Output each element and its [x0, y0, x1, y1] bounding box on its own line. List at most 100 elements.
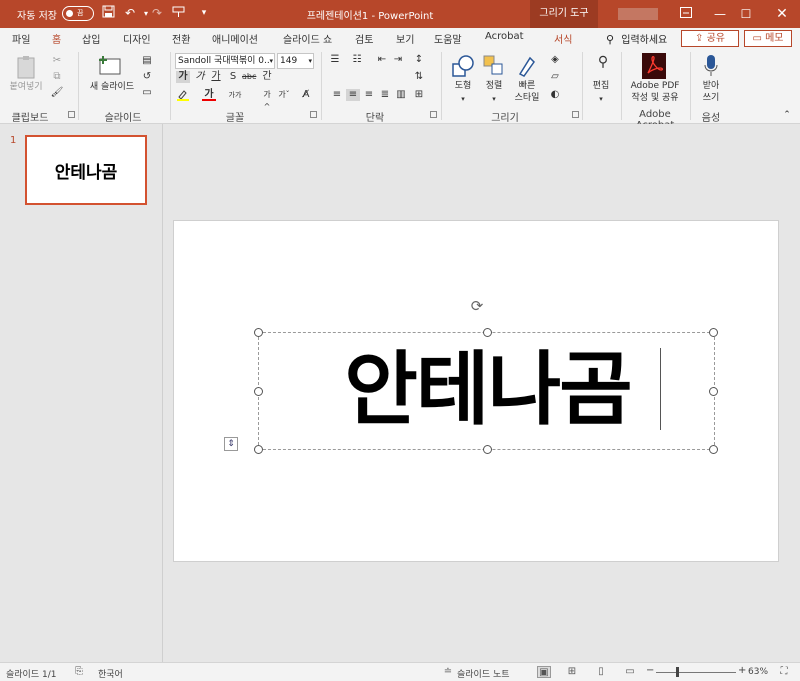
tab-animations[interactable]: 애니메이션: [212, 31, 258, 46]
columns-icon[interactable]: ▥: [394, 89, 408, 101]
slideshow-icon[interactable]: ▭: [623, 666, 637, 678]
autosave-toggle[interactable]: 끔: [62, 6, 94, 21]
tab-review[interactable]: 검토: [355, 31, 373, 46]
shrink-font-button[interactable]: 가ˇ: [277, 89, 291, 101]
grow-font-button[interactable]: 가^: [260, 89, 274, 111]
align-left-icon[interactable]: ≡: [330, 89, 344, 101]
collapse-ribbon-icon[interactable]: ⌃: [780, 109, 794, 121]
paste-icon[interactable]: [14, 55, 40, 79]
close-icon[interactable]: ✕: [767, 0, 797, 28]
accessibility-icon[interactable]: ⎘: [72, 666, 86, 678]
resize-handle[interactable]: [483, 328, 492, 337]
change-case-button[interactable]: 가가: [228, 89, 242, 101]
redo-icon[interactable]: ↷: [149, 5, 165, 22]
tab-acrobat[interactable]: Acrobat: [485, 31, 524, 42]
shape-outline-icon[interactable]: ▱: [548, 71, 562, 83]
reset-icon[interactable]: ↺: [140, 71, 154, 83]
resize-handle[interactable]: [709, 328, 718, 337]
tab-design[interactable]: 디자인: [123, 31, 151, 46]
resize-handle[interactable]: [254, 328, 263, 337]
slide-sorter-icon[interactable]: ⊞: [565, 666, 579, 678]
decrease-indent-icon[interactable]: ⇤: [375, 54, 389, 66]
font-color-button[interactable]: 가: [202, 89, 216, 101]
memo-button[interactable]: ▭ 메모: [744, 30, 792, 47]
user-account[interactable]: [618, 8, 658, 20]
tab-file[interactable]: 파일: [12, 31, 30, 46]
clipboard-launcher-icon[interactable]: [68, 111, 75, 118]
tab-format[interactable]: 서식: [554, 31, 572, 46]
italic-button[interactable]: 가: [193, 71, 207, 83]
char-spacing-button[interactable]: 간: [260, 71, 274, 83]
slide-canvas[interactable]: ⟳ 안테나곰 ⇕: [173, 220, 779, 562]
tab-home[interactable]: 홈: [49, 31, 64, 51]
undo-icon[interactable]: ↶: [122, 5, 138, 22]
resize-handle[interactable]: [254, 387, 263, 396]
shadow-button[interactable]: S: [226, 71, 240, 83]
smartart-icon[interactable]: ⊞: [412, 89, 426, 101]
resize-handle[interactable]: [483, 445, 492, 454]
clear-format-icon[interactable]: A̸: [299, 89, 313, 101]
font-name-combo[interactable]: Sandoll 국대떡볶이 0.. ▾: [175, 53, 275, 69]
autofit-options-icon[interactable]: ⇕: [224, 437, 238, 451]
resize-handle[interactable]: [709, 387, 718, 396]
justify-icon[interactable]: ≣: [378, 89, 392, 101]
copy-icon[interactable]: ⧉: [50, 71, 64, 83]
search-box[interactable]: ⚲ 입력하세요: [606, 31, 667, 46]
tab-transitions[interactable]: 전환: [172, 31, 190, 46]
normal-view-icon[interactable]: ▣: [537, 666, 551, 678]
save-icon[interactable]: [100, 5, 116, 22]
customize-icon[interactable]: [170, 5, 186, 22]
font-size-combo[interactable]: 149 ▾: [277, 53, 314, 69]
microphone-icon[interactable]: [703, 54, 719, 78]
bold-button[interactable]: 가: [176, 71, 190, 83]
notes-icon[interactable]: ≐: [441, 666, 455, 678]
new-slide-icon[interactable]: [98, 54, 124, 76]
rotate-handle-icon[interactable]: ⟳: [469, 298, 485, 314]
zoom-out-button[interactable]: −: [646, 665, 654, 676]
text-box[interactable]: 안테나곰: [254, 328, 718, 454]
find-icon[interactable]: ⚲: [594, 55, 612, 74]
strikethrough-button[interactable]: abc: [242, 71, 256, 83]
fit-to-window-icon[interactable]: ⛶: [777, 666, 791, 678]
layout-icon[interactable]: ▤: [140, 55, 154, 67]
resize-handle[interactable]: [709, 445, 718, 454]
text-direction-icon[interactable]: ⇅: [412, 71, 426, 83]
tab-slideshow[interactable]: 슬라이드 쇼: [283, 31, 332, 46]
language-label[interactable]: 한국어: [98, 667, 123, 680]
arrange-icon[interactable]: [482, 54, 506, 78]
underline-button[interactable]: 가: [209, 71, 223, 83]
shape-fill-icon[interactable]: ◈: [548, 54, 562, 66]
reading-view-icon[interactable]: ▯: [594, 666, 608, 678]
slide-title-text[interactable]: 안테나곰: [259, 345, 716, 435]
highlight-icon[interactable]: [176, 89, 190, 101]
cut-icon[interactable]: ✂: [50, 55, 64, 67]
font-launcher-icon[interactable]: [310, 111, 317, 118]
format-painter-icon[interactable]: 🖌: [50, 87, 64, 99]
share-button[interactable]: ⇪ 공유: [681, 30, 739, 47]
zoom-in-button[interactable]: +: [738, 665, 746, 676]
paragraph-launcher-icon[interactable]: [430, 111, 437, 118]
slide-thumbnail[interactable]: 안테나곰: [25, 135, 147, 205]
resize-handle[interactable]: [254, 445, 263, 454]
zoom-slider-track[interactable]: [656, 672, 736, 673]
tab-insert[interactable]: 삽입: [82, 31, 100, 46]
tab-help[interactable]: 도움말: [434, 31, 462, 46]
drawing-launcher-icon[interactable]: [572, 111, 579, 118]
quick-access-dropdown-icon[interactable]: ▾: [196, 5, 212, 22]
maximize-icon[interactable]: ☐: [731, 0, 761, 28]
notes-label[interactable]: 슬라이드 노트: [457, 667, 510, 680]
line-spacing-icon[interactable]: ↕: [412, 54, 426, 66]
increase-indent-icon[interactable]: ⇥: [391, 54, 405, 66]
zoom-slider-thumb[interactable]: [676, 667, 679, 677]
quick-styles-icon[interactable]: [516, 54, 540, 78]
shapes-icon[interactable]: [451, 54, 475, 78]
align-right-icon[interactable]: ≡: [362, 89, 376, 101]
section-icon[interactable]: ▭: [140, 87, 154, 99]
shape-effects-icon[interactable]: ◐: [548, 89, 562, 101]
ribbon-display-icon[interactable]: [671, 0, 701, 28]
adobe-pdf-icon[interactable]: [642, 53, 666, 79]
tab-view[interactable]: 보기: [396, 31, 414, 46]
bullets-icon[interactable]: ☰: [328, 54, 342, 66]
numbering-icon[interactable]: ☷: [350, 54, 364, 66]
zoom-level[interactable]: 63%: [748, 667, 768, 677]
